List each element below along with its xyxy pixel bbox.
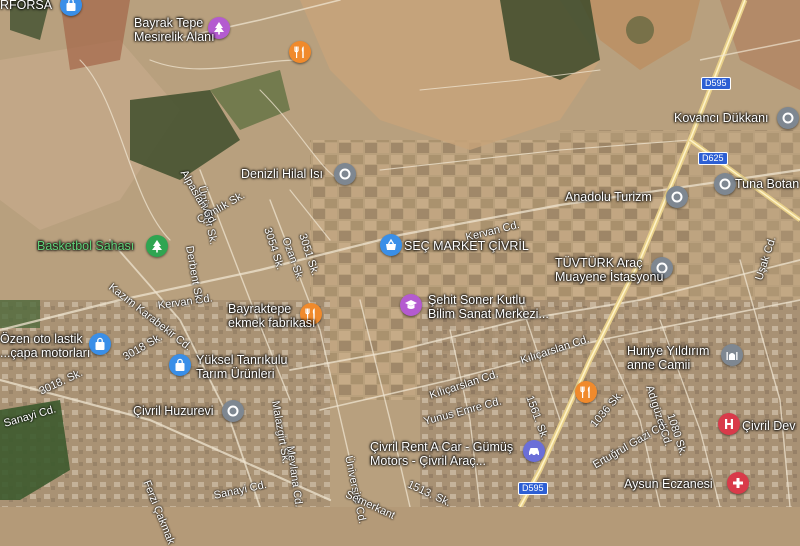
pharmacy-icon[interactable] <box>727 472 749 494</box>
poi-label[interactable]: Bayrak Tepe <box>134 16 203 30</box>
poi-label[interactable]: Özen oto lastik <box>0 332 83 346</box>
poi-label[interactable]: Aysun Eczanesi <box>624 477 713 491</box>
restaurant-icon[interactable] <box>575 381 597 403</box>
poi-label[interactable]: RFORSA <box>0 0 52 12</box>
poi-label[interactable]: ekmek fabrikası <box>228 316 316 330</box>
school-icon[interactable] <box>400 294 422 316</box>
shopping-bag-icon[interactable] <box>169 354 191 376</box>
location-pin-icon[interactable] <box>666 186 688 208</box>
location-pin-icon[interactable] <box>334 163 356 185</box>
poi-label[interactable]: TÜVTÜRK Araç <box>555 256 643 270</box>
poi-label[interactable]: Bayraktepe <box>228 302 291 316</box>
poi-label[interactable]: SEÇ MARKET ÇİVRİL <box>404 239 529 253</box>
poi-label[interactable]: Anadolu Turizm <box>565 190 652 204</box>
poi-label[interactable]: Şehit Soner Kutlu <box>428 293 525 307</box>
mosque-icon[interactable] <box>721 344 743 366</box>
poi-label[interactable]: Tuna Botan <box>735 177 799 191</box>
shopping-basket-icon[interactable] <box>380 234 402 256</box>
poi-label[interactable]: Çivril Dev <box>742 419 795 433</box>
poi-label[interactable]: Kovancı Dükkanı <box>674 111 769 125</box>
poi-label[interactable]: Tarım Ürünleri <box>196 367 275 381</box>
poi-label[interactable]: Yüksel Tanrıkulu <box>196 353 288 367</box>
poi-label[interactable]: anne Camii <box>627 358 690 372</box>
park-icon[interactable] <box>146 235 168 257</box>
poi-label[interactable]: Denizli Hilal Isı <box>241 167 323 181</box>
poi-label[interactable]: Muayene İstasyonu <box>555 270 663 284</box>
poi-label[interactable]: Çivril Huzurevi <box>133 404 214 418</box>
poi-label[interactable]: Basketbol Sahası <box>37 239 134 253</box>
hospital-icon[interactable] <box>718 413 740 435</box>
shopping-bag-icon[interactable] <box>89 333 111 355</box>
poi-label[interactable]: Huriye Yıldırım <box>627 344 709 358</box>
poi-label[interactable]: Bilim Sanat Merkezi... <box>428 307 549 321</box>
car-icon[interactable] <box>523 440 545 462</box>
restaurant-icon[interactable] <box>289 41 311 63</box>
location-pin-icon[interactable] <box>777 107 799 129</box>
location-pin-icon[interactable] <box>714 173 736 195</box>
poi-label[interactable]: ...çapa motorları <box>0 346 90 360</box>
location-pin-icon[interactable] <box>222 400 244 422</box>
satellite-map[interactable] <box>0 0 800 507</box>
poi-label[interactable]: Mesirelik Alanı <box>134 30 215 44</box>
poi-label[interactable]: Motors - Çivril Araç... <box>370 454 486 468</box>
poi-label[interactable]: Çivril Rent A Car - Gümüş <box>370 440 513 454</box>
